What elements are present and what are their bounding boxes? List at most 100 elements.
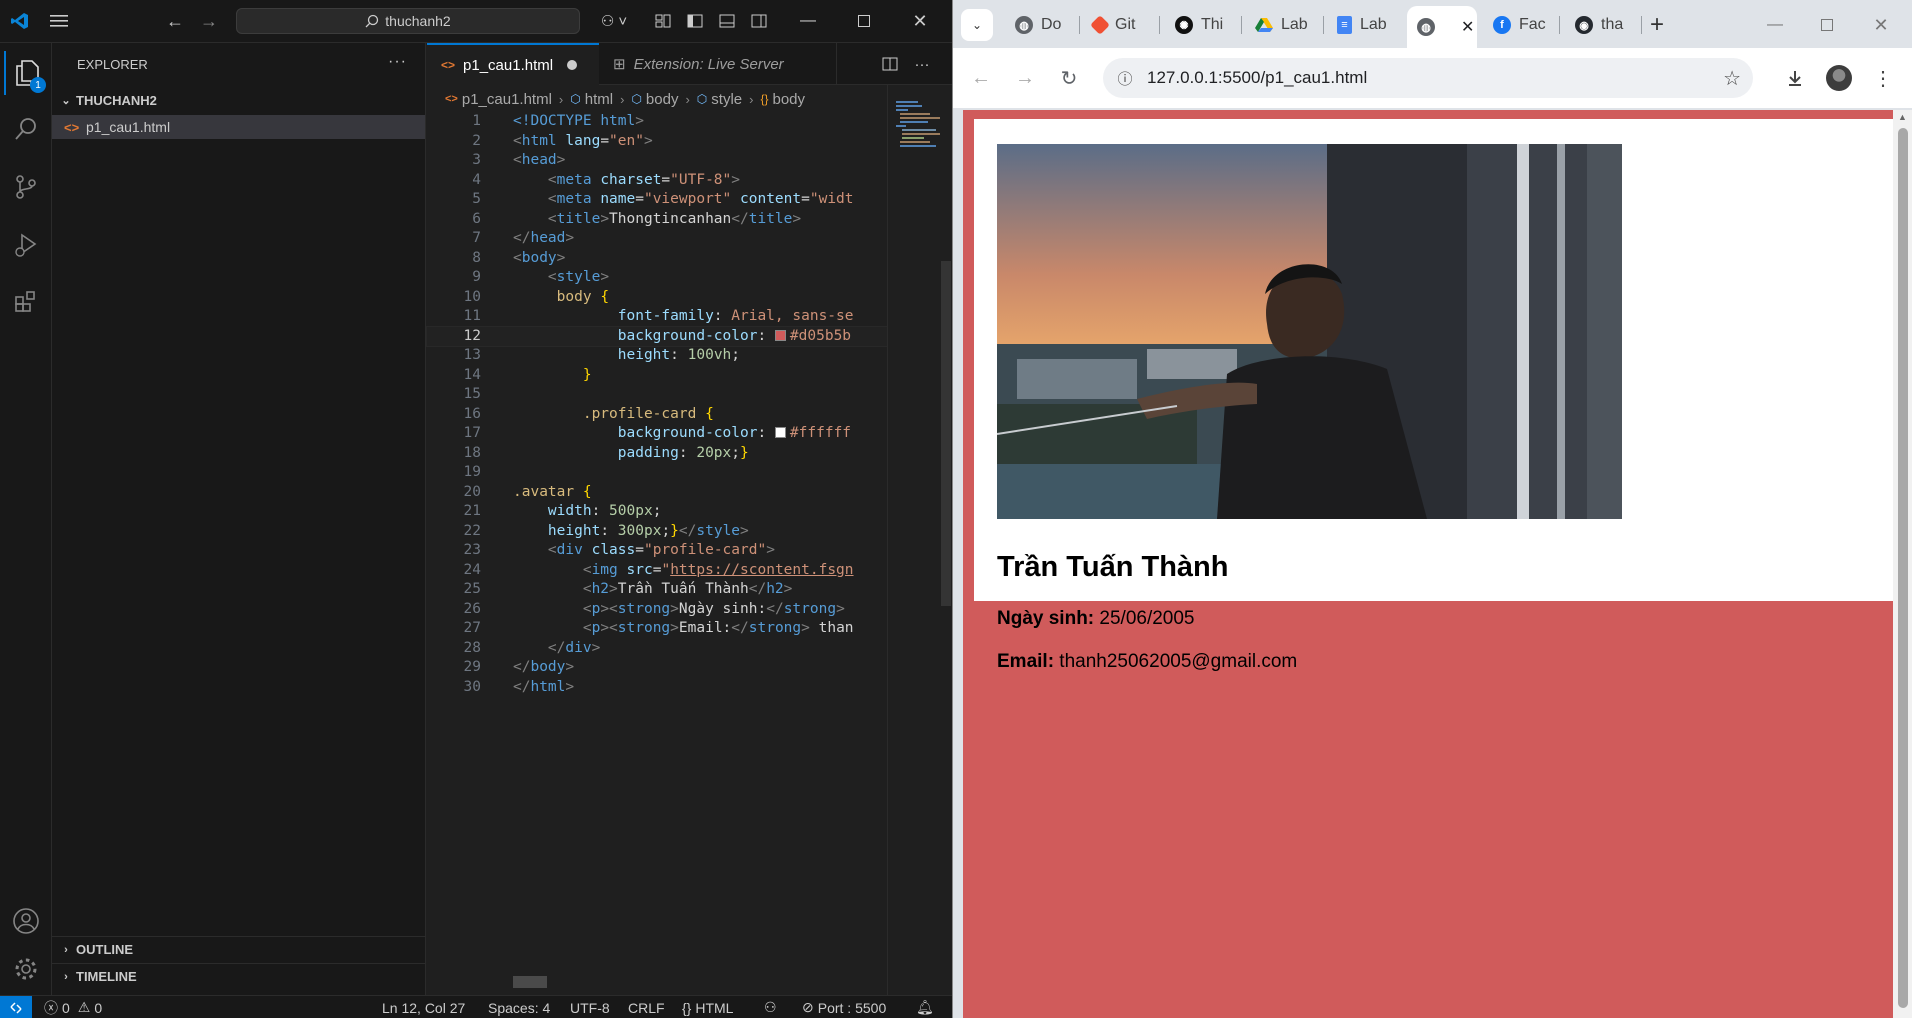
remote-indicator-icon[interactable]: [0, 996, 32, 1018]
scroll-thumb[interactable]: [1898, 128, 1908, 1008]
chrome-tab[interactable]: f Fac: [1483, 8, 1555, 42]
code-line: 4 <meta charset="UTF-8">: [472, 171, 740, 188]
end-of-line[interactable]: CRLF: [628, 996, 665, 1018]
chrome-tab[interactable]: Git: [1083, 8, 1155, 42]
explorer-icon[interactable]: 1: [4, 51, 48, 95]
toggle-sidebar-icon[interactable]: [684, 8, 706, 34]
maximize-icon[interactable]: [1811, 9, 1843, 41]
run-debug-icon[interactable]: [4, 223, 48, 267]
problems-indicator[interactable]: ⓧ 0 ⚠ 0: [44, 996, 102, 1018]
folder-label: THUCHANH2: [76, 92, 157, 108]
back-arrow-icon[interactable]: ←: [162, 8, 188, 34]
toggle-panel-icon[interactable]: [716, 8, 738, 34]
split-editor-icon[interactable]: [879, 51, 901, 77]
error-icon: ⓧ: [44, 999, 58, 1016]
explorer-title: EXPLORER: [77, 57, 148, 72]
page-scrollbar[interactable]: ▲: [1893, 110, 1912, 1018]
file-p1-cau1[interactable]: <> p1_cau1.html: [52, 115, 425, 139]
more-actions-icon[interactable]: ···: [388, 53, 407, 71]
tab-label: Extension: Live Server: [633, 55, 784, 73]
code-line: 26 <p><strong>Ngày sinh:</strong>: [463, 600, 845, 617]
facebook-icon: f: [1493, 16, 1511, 34]
breadcrumb-item[interactable]: html: [585, 91, 613, 108]
outline-section[interactable]: › OUTLINE: [52, 936, 425, 962]
html-file-icon: <>: [441, 58, 456, 72]
close-icon[interactable]: ✕: [1865, 9, 1897, 41]
tab-p1-cau1[interactable]: <> p1_cau1.html: [427, 43, 599, 85]
breadcrumb-item[interactable]: p1_cau1.html: [462, 91, 552, 108]
copilot-status-icon[interactable]: ⚇: [764, 996, 777, 1018]
element-icon: ⬡: [570, 92, 581, 106]
address-bar[interactable]: ⓘ 127.0.0.1:5500/p1_cau1.html ☆: [1103, 58, 1753, 98]
tab-separator: [1241, 16, 1242, 34]
explorer-badge: 1: [30, 77, 46, 93]
search-view-icon[interactable]: [4, 107, 48, 151]
chrome-tab[interactable]: ◍ Do: [1005, 8, 1077, 42]
color-swatch-icon[interactable]: [774, 427, 786, 438]
back-arrow-icon[interactable]: ←: [965, 62, 997, 94]
code-line: 7 </head>: [472, 230, 575, 246]
indentation[interactable]: Spaces: 4: [488, 996, 550, 1018]
breadcrumb-item[interactable]: style: [711, 91, 742, 108]
gear-icon[interactable]: [4, 947, 48, 991]
code-line: 20 .avatar {: [463, 483, 592, 500]
live-server-port[interactable]: ⊘ Port : 5500: [802, 996, 886, 1018]
extensions-icon[interactable]: [4, 279, 48, 323]
chrome-tab-active[interactable]: ◍ ✕: [1407, 6, 1477, 48]
code-line: 21 width: 500px;: [463, 503, 662, 519]
bookmark-star-icon[interactable]: ☆: [1723, 66, 1741, 91]
html-file-icon: <>: [445, 93, 458, 105]
command-center-search[interactable]: thuchanh2: [236, 8, 580, 34]
tab-search-chevron-icon[interactable]: ⌄: [961, 9, 993, 41]
chrome-tab[interactable]: ✺ Thi: [1165, 8, 1237, 42]
encoding[interactable]: UTF-8: [570, 996, 610, 1018]
chrome-tab[interactable]: ◉ tha: [1565, 8, 1637, 42]
chrome-tab[interactable]: Lab: [1245, 8, 1317, 42]
forward-arrow-icon[interactable]: →: [196, 8, 222, 34]
kebab-menu-icon[interactable]: ⋮: [1867, 62, 1899, 94]
cursor-position[interactable]: Ln 12, Col 27: [382, 996, 465, 1018]
copilot-icon[interactable]: ⚇ ˅: [594, 8, 634, 34]
tab-live-server[interactable]: ⊞ Extension: Live Server: [599, 43, 837, 85]
maximize-icon[interactable]: [852, 8, 876, 34]
folder-thuchanh2[interactable]: ⌄ THUCHANH2: [52, 89, 425, 111]
status-bar: ⓧ 0 ⚠ 0 Ln 12, Col 27 Spaces: 4 UTF-8 CRLF…: [0, 995, 952, 1018]
customize-layout-icon[interactable]: [652, 8, 674, 34]
source-control-icon[interactable]: [4, 165, 48, 209]
code-line: 14 }: [463, 366, 592, 383]
unsaved-dot-icon[interactable]: [567, 60, 578, 70]
horizontal-scrollbar[interactable]: [513, 976, 547, 988]
scroll-up-icon[interactable]: ▲: [1898, 112, 1907, 122]
activity-bar: 1: [0, 43, 52, 995]
vscode-window: ← → thuchanh2 ⚇ ˅ — ✕ 1 EXPLORER ··· ⌄ T…: [0, 0, 952, 1018]
forward-arrow-icon[interactable]: →: [1009, 62, 1041, 94]
language-mode[interactable]: {} HTML: [682, 996, 733, 1018]
account-icon[interactable]: [4, 899, 48, 943]
new-tab-plus-icon[interactable]: +: [1641, 9, 1673, 41]
breadcrumb-item[interactable]: body: [772, 91, 805, 108]
timeline-section[interactable]: › TIMELINE: [52, 963, 425, 989]
toggle-secondary-sidebar-icon[interactable]: [748, 8, 770, 34]
avatar[interactable]: [1823, 62, 1855, 94]
editor-more-icon[interactable]: ···: [911, 51, 933, 77]
close-tab-icon[interactable]: ✕: [1461, 17, 1474, 37]
menu-icon[interactable]: [44, 8, 74, 34]
notifications-bell-icon[interactable]: 🔔︎: [916, 996, 934, 1018]
code-line: 16 .profile-card {: [463, 405, 714, 422]
minimize-icon[interactable]: —: [1759, 9, 1791, 41]
vertical-scrollbar[interactable]: [941, 261, 951, 606]
download-icon[interactable]: [1779, 62, 1811, 94]
code-line: 25 <h2>Trần Tuấn Thành</h2>: [463, 581, 793, 597]
reload-icon[interactable]: ↻: [1053, 62, 1085, 94]
minimize-icon[interactable]: —: [796, 8, 820, 34]
code-line: 24 <img src="https://scontent.fsgn: [463, 561, 854, 578]
docs-icon: ≡: [1337, 16, 1352, 34]
breadcrumb-item[interactable]: body: [646, 91, 679, 108]
minimap[interactable]: [887, 85, 945, 995]
code-editor[interactable]: 1 <!DOCTYPE html> 2 <html lang="en"> 3 <hea…: [426, 112, 888, 697]
close-icon[interactable]: ✕: [908, 8, 932, 34]
color-swatch-icon[interactable]: [774, 329, 786, 341]
site-info-icon[interactable]: ⓘ: [1115, 68, 1135, 88]
chrome-tab[interactable]: ≡ Lab: [1327, 8, 1399, 42]
element-icon: ⬡: [696, 92, 708, 106]
